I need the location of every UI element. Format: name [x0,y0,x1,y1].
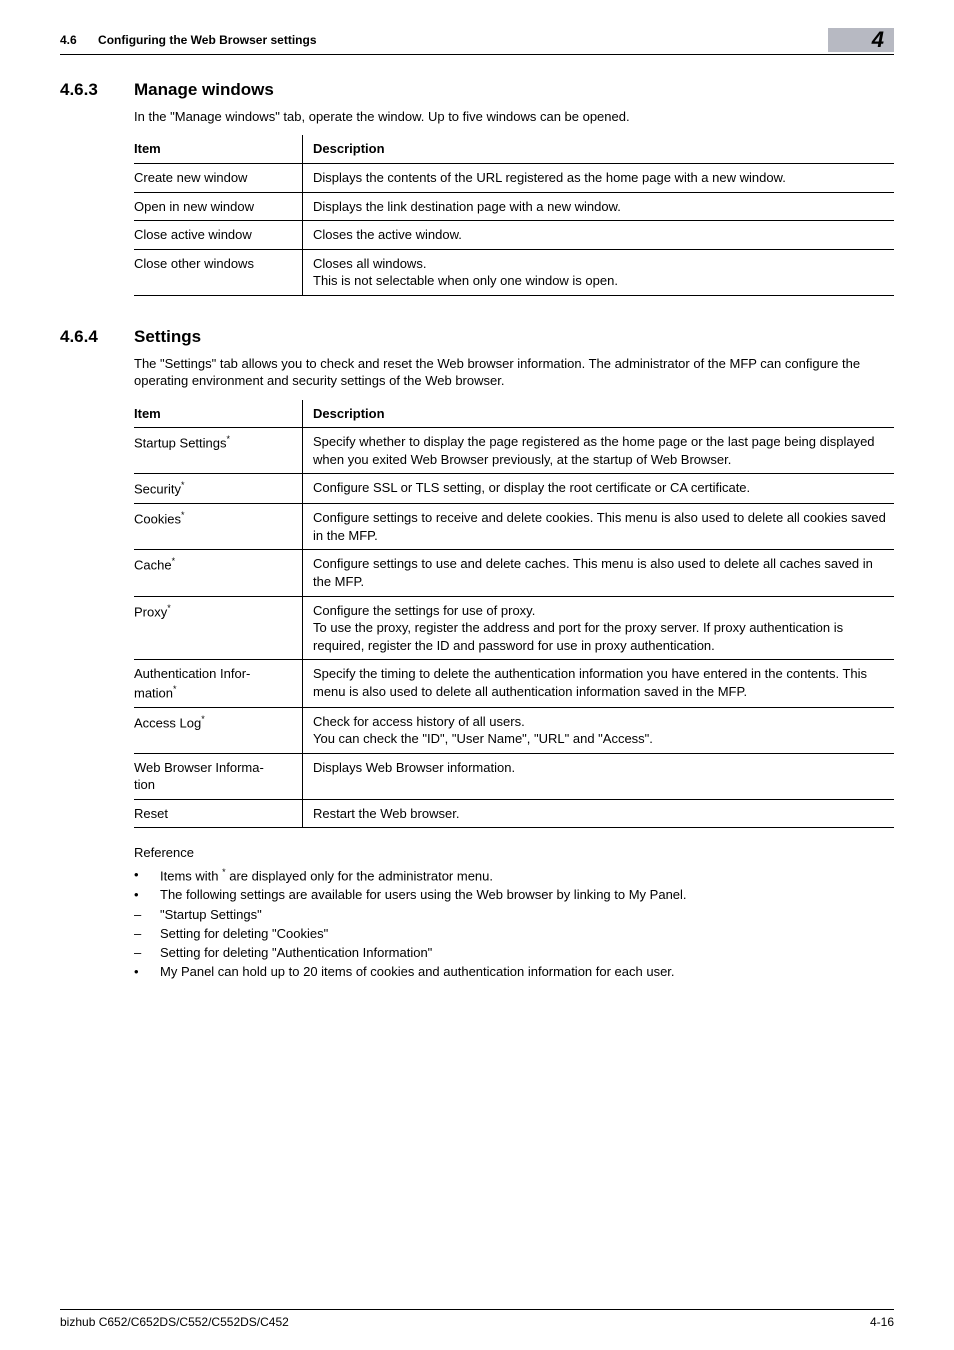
table-cell-item: Open in new window [134,192,303,221]
list-item: –"Startup Settings" [134,906,894,924]
section-number: 4.6.3 [60,79,134,102]
table-cell-item: Security* [134,474,303,504]
table-cell-desc: Check for access history of all users.Yo… [303,707,895,753]
table-row: Proxy*Configure the settings for use of … [134,596,894,660]
table-row: Create new windowDisplays the contents o… [134,164,894,193]
table-row: Security*Configure SSL or TLS setting, o… [134,474,894,504]
table-header-item: Item [134,400,303,428]
dot-bullet-icon: • [134,963,154,981]
dash-bullet-icon: – [134,925,154,943]
table-cell-desc: Restart the Web browser. [303,799,895,828]
table-row: ResetRestart the Web browser. [134,799,894,828]
header-section-number: 4.6 [60,33,77,47]
table-cell-desc: Closes the active window. [303,221,895,250]
list-item: •My Panel can hold up to 20 items of coo… [134,963,894,981]
table-cell-desc: Displays the link destination page with … [303,192,895,221]
table-row: Authentication Infor-mation*Specify the … [134,660,894,707]
dot-bullet-icon: • [134,886,154,904]
list-item: •Items with * are displayed only for the… [134,866,894,886]
table-cell-item: Proxy* [134,596,303,660]
section-number: 4.6.4 [60,326,134,349]
asterisk-icon: * [222,867,226,877]
dot-bullet-icon: • [134,866,154,884]
settings-table: Item Description Startup Settings*Specif… [134,400,894,829]
table-cell-desc: Configure settings to use and delete cac… [303,550,895,596]
table-header-item: Item [134,135,303,163]
section-heading-464: 4.6.4 Settings [60,326,894,349]
table-cell-item: Reset [134,799,303,828]
reference-list: •Items with * are displayed only for the… [134,866,894,981]
table-cell-item: Access Log* [134,707,303,753]
table-cell-item: Authentication Infor-mation* [134,660,303,707]
table-cell-desc: Displays the contents of the URL registe… [303,164,895,193]
header-section-title: Configuring the Web Browser settings [98,33,316,47]
table-row: Web Browser Informa-tionDisplays Web Bro… [134,753,894,799]
section-intro: The "Settings" tab allows you to check a… [134,355,894,390]
list-item: –Setting for deleting "Cookies" [134,925,894,943]
table-cell-item: Web Browser Informa-tion [134,753,303,799]
table-cell-desc: Specify the timing to delete the authent… [303,660,895,707]
table-header-desc: Description [303,135,895,163]
table-row: Close other windowsCloses all windows.Th… [134,249,894,295]
table-row: Close active windowCloses the active win… [134,221,894,250]
table-cell-item: Cookies* [134,504,303,550]
table-header-desc: Description [303,400,895,428]
footer-left: bizhub C652/C652DS/C552/C552DS/C452 [60,1314,289,1330]
header-left: 4.6 Configuring the Web Browser settings [60,32,317,48]
table-cell-desc: Closes all windows.This is not selectabl… [303,249,895,295]
table-row: Cache*Configure settings to use and dele… [134,550,894,596]
page-footer: bizhub C652/C652DS/C552/C552DS/C452 4-16 [60,1309,894,1330]
footer-right: 4-16 [870,1314,894,1330]
table-cell-desc: Configure SSL or TLS setting, or display… [303,474,895,504]
table-row: Access Log*Check for access history of a… [134,707,894,753]
list-item: •The following settings are available fo… [134,886,894,904]
section-intro: In the "Manage windows" tab, operate the… [134,108,894,126]
table-cell-item: Create new window [134,164,303,193]
page-header: 4.6 Configuring the Web Browser settings… [60,28,894,55]
table-cell-desc: Displays Web Browser information. [303,753,895,799]
table-row: Startup Settings*Specify whether to disp… [134,428,894,474]
table-cell-item: Startup Settings* [134,428,303,474]
list-item: –Setting for deleting "Authentication In… [134,944,894,962]
section-title: Settings [134,326,201,349]
table-row: Open in new windowDisplays the link dest… [134,192,894,221]
table-cell-item: Close other windows [134,249,303,295]
section-heading-463: 4.6.3 Manage windows [60,79,894,102]
table-cell-item: Close active window [134,221,303,250]
chapter-badge: 4 [828,28,894,52]
table-cell-item: Cache* [134,550,303,596]
table-cell-desc: Configure settings to receive and delete… [303,504,895,550]
dash-bullet-icon: – [134,906,154,924]
table-row: Cookies*Configure settings to receive an… [134,504,894,550]
table-cell-desc: Configure the settings for use of proxy.… [303,596,895,660]
reference-heading: Reference [134,844,894,862]
table-cell-desc: Specify whether to display the page regi… [303,428,895,474]
dash-bullet-icon: – [134,944,154,962]
section-title: Manage windows [134,79,274,102]
manage-windows-table: Item Description Create new windowDispla… [134,135,894,295]
